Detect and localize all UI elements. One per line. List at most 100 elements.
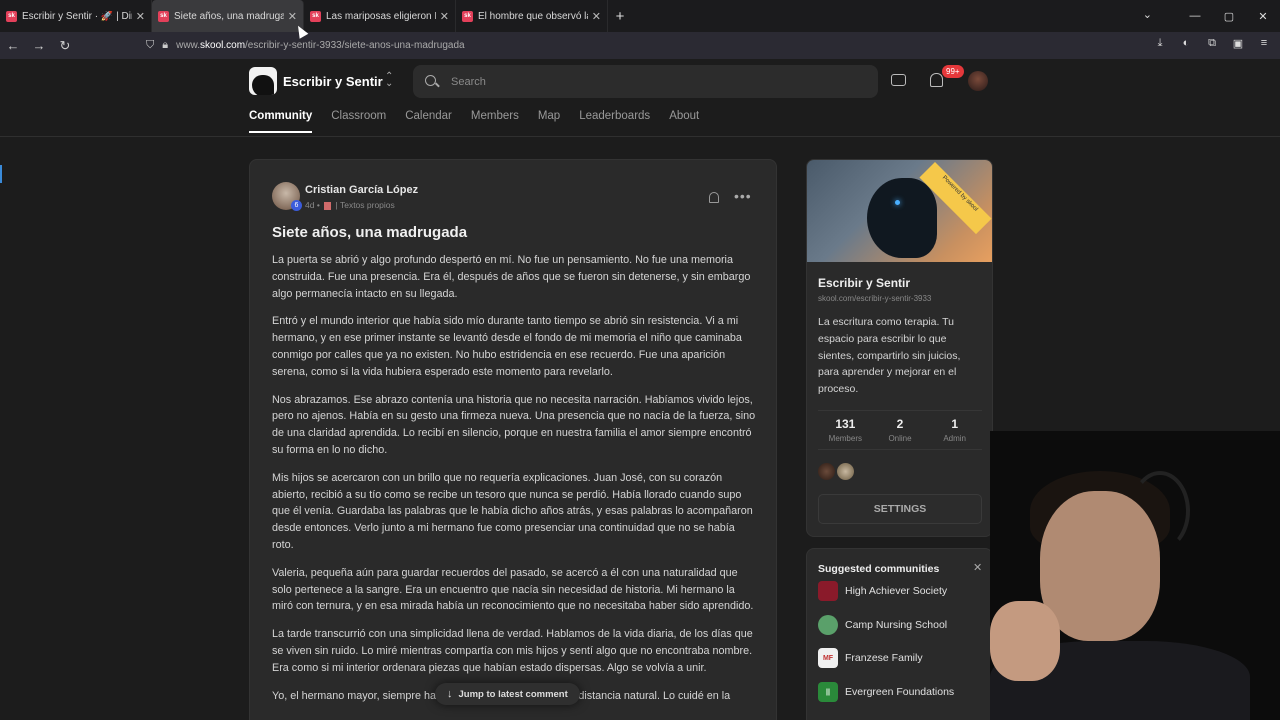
browser-tab-bar: sk Escribir y Sentir · 🚀 | Dinámica ✕ sk… bbox=[0, 0, 1280, 32]
tab-title: El hombre que observó la luz I · bbox=[478, 10, 588, 22]
post-paragraph: Entró y el mundo interior que había sido… bbox=[272, 315, 742, 378]
tab-calendar[interactable]: Calendar bbox=[405, 110, 452, 133]
user-avatar[interactable] bbox=[968, 71, 988, 91]
suggested-item[interactable]: High Achiever Society bbox=[818, 581, 947, 601]
download-icon[interactable]: ⤓ bbox=[1152, 37, 1168, 50]
new-tab-button[interactable]: + bbox=[608, 8, 632, 25]
category-icon bbox=[324, 201, 332, 210]
author-name[interactable]: Cristian García López bbox=[305, 184, 418, 196]
close-icon[interactable]: ✕ bbox=[973, 561, 982, 574]
post-title: Siete años, una madrugada bbox=[272, 224, 468, 241]
stat-label: Admin bbox=[943, 434, 967, 443]
stat-admin[interactable]: 1 Admin bbox=[927, 411, 982, 449]
settings-button[interactable]: SETTINGS bbox=[818, 494, 982, 524]
level-badge: 6 bbox=[291, 200, 302, 211]
search-icon bbox=[425, 74, 439, 89]
post-category[interactable]: | Textos propios bbox=[336, 200, 395, 210]
url-domain: skool.com bbox=[200, 40, 246, 51]
chat-icon[interactable] bbox=[891, 74, 906, 86]
tab-members[interactable]: Members bbox=[471, 110, 519, 133]
post-paragraph: Nos abrazamos. Ese abrazo contenía una h… bbox=[272, 393, 756, 456]
tab-title: Las mariposas eligieron IV · Esc bbox=[326, 10, 436, 22]
suggested-name: Franzese Family bbox=[845, 652, 923, 664]
post-paragraph: Valeria, pequeña aún para guardar recuer… bbox=[272, 566, 754, 613]
post-paragraph: Mis hijos se acercaron con un brillo que… bbox=[272, 471, 753, 551]
stat-value: 131 bbox=[835, 417, 856, 431]
suggested-item[interactable]: MF Franzese Family bbox=[818, 648, 923, 668]
post-time: 4d bbox=[305, 200, 315, 210]
left-edge-indicator bbox=[0, 165, 2, 183]
suggested-name: High Achiever Society bbox=[845, 585, 948, 597]
search-input[interactable] bbox=[451, 75, 851, 88]
forward-arrow-icon[interactable]: → bbox=[26, 38, 52, 53]
extension-r-icon[interactable]: ▣ bbox=[1230, 37, 1246, 50]
reload-icon[interactable]: ↻ bbox=[52, 38, 78, 54]
close-tab-icon[interactable]: ✕ bbox=[592, 10, 601, 23]
window-controls: — ▢ ✕ bbox=[1178, 0, 1280, 32]
tab-title: Escribir y Sentir · 🚀 | Dinámica bbox=[22, 10, 132, 22]
maximize-button[interactable]: ▢ bbox=[1212, 10, 1246, 23]
tab-list-chevron-icon[interactable]: ⌄ bbox=[1143, 8, 1152, 21]
jump-to-latest-comment-button[interactable]: ↓ Jump to latest comment bbox=[435, 683, 580, 705]
browser-toolbar: ⤓ ◐ ⧉ ▣ ≡ bbox=[1152, 37, 1272, 50]
lock-icon[interactable]: 🔒︎ bbox=[162, 39, 168, 52]
suggested-name: Evergreen Foundations bbox=[845, 686, 955, 698]
suggested-item[interactable]: Camp Nursing School bbox=[818, 615, 947, 635]
close-tab-icon[interactable]: ✕ bbox=[440, 10, 449, 23]
follow-bell-icon[interactable] bbox=[709, 192, 719, 203]
screen: sk Escribir y Sentir · 🚀 | Dinámica ✕ sk… bbox=[0, 0, 1280, 720]
suggested-communities: Suggested communities ✕ High Achiever So… bbox=[806, 548, 993, 720]
more-options-icon[interactable]: ••• bbox=[734, 188, 752, 204]
community-logo[interactable] bbox=[249, 67, 277, 95]
search-bar[interactable] bbox=[413, 65, 878, 98]
notification-bell-icon[interactable] bbox=[930, 73, 943, 87]
member-avatar[interactable] bbox=[837, 463, 854, 480]
tab-classroom[interactable]: Classroom bbox=[331, 110, 386, 133]
browser-tab-4[interactable]: sk El hombre que observó la luz I · ✕ bbox=[456, 0, 608, 32]
url-prefix: www. bbox=[176, 40, 201, 51]
member-avatar[interactable] bbox=[818, 463, 835, 480]
tab-title: Siete años, una madrugada · E bbox=[174, 10, 284, 22]
browser-nav-bar: ← → ↻ ⛉ 🔒︎ www. skool.com/escribir-y-sent… bbox=[0, 32, 1280, 59]
puzzle-icon[interactable]: ⧉ bbox=[1204, 37, 1220, 50]
raven-eye bbox=[895, 200, 900, 205]
stat-online[interactable]: 2 Online bbox=[873, 411, 928, 449]
community-icon: || bbox=[818, 682, 838, 702]
post-meta: 4d • | Textos propios bbox=[305, 200, 395, 210]
community-icon bbox=[818, 581, 838, 601]
member-avatars bbox=[818, 463, 854, 480]
community-icon bbox=[818, 615, 838, 635]
community-stats: 131 Members 2 Online 1 Admin bbox=[818, 410, 982, 450]
back-arrow-icon[interactable]: ← bbox=[0, 38, 26, 53]
notification-badge: 99+ bbox=[942, 65, 964, 78]
suggested-item[interactable]: || Evergreen Foundations bbox=[818, 682, 954, 702]
raven-illustration bbox=[867, 178, 937, 258]
stat-label: Members bbox=[828, 434, 862, 443]
shield-icon[interactable]: ⛉ bbox=[146, 39, 154, 52]
menu-icon[interactable]: ≡ bbox=[1256, 37, 1272, 50]
browser-tab-1[interactable]: sk Escribir y Sentir · 🚀 | Dinámica ✕ bbox=[0, 0, 152, 32]
tab-leaderboards[interactable]: Leaderboards bbox=[579, 110, 650, 133]
community-name[interactable]: Escribir y Sentir bbox=[283, 74, 383, 89]
tab-community[interactable]: Community bbox=[249, 110, 313, 133]
skool-favicon-icon: sk bbox=[462, 10, 473, 22]
minimize-button[interactable]: — bbox=[1178, 10, 1212, 22]
close-window-button[interactable]: ✕ bbox=[1246, 10, 1280, 23]
community-tabs: Community Classroom Calendar Members Map… bbox=[249, 110, 718, 133]
url-bar[interactable]: ⛉ 🔒︎ www. skool.com/escribir-y-sentir-393… bbox=[146, 35, 1006, 56]
close-tab-icon[interactable]: ✕ bbox=[288, 10, 297, 23]
browser-tab-3[interactable]: sk Las mariposas eligieron IV · Esc ✕ bbox=[304, 0, 456, 32]
extension-icon[interactable]: ◐ bbox=[1178, 37, 1194, 50]
tab-about[interactable]: About bbox=[669, 110, 699, 133]
stat-members[interactable]: 131 Members bbox=[818, 411, 873, 449]
browser-tab-2[interactable]: sk Siete años, una madrugada · E ✕ bbox=[152, 0, 304, 32]
skool-favicon-icon: sk bbox=[158, 10, 169, 22]
switch-community-icon[interactable]: ⌃ ⌄ bbox=[385, 72, 393, 89]
url-path: /escribir-y-sentir-3933/siete-anos-una-m… bbox=[245, 40, 465, 51]
arrow-down-icon: ↓ bbox=[447, 688, 453, 700]
stat-value: 1 bbox=[951, 417, 959, 431]
tab-map[interactable]: Map bbox=[538, 110, 560, 133]
close-tab-icon[interactable]: ✕ bbox=[136, 10, 145, 23]
suggested-title: Suggested communities bbox=[818, 563, 940, 575]
community-header: Escribir y Sentir ⌃⌄ 99+ Community Class… bbox=[0, 59, 1280, 137]
